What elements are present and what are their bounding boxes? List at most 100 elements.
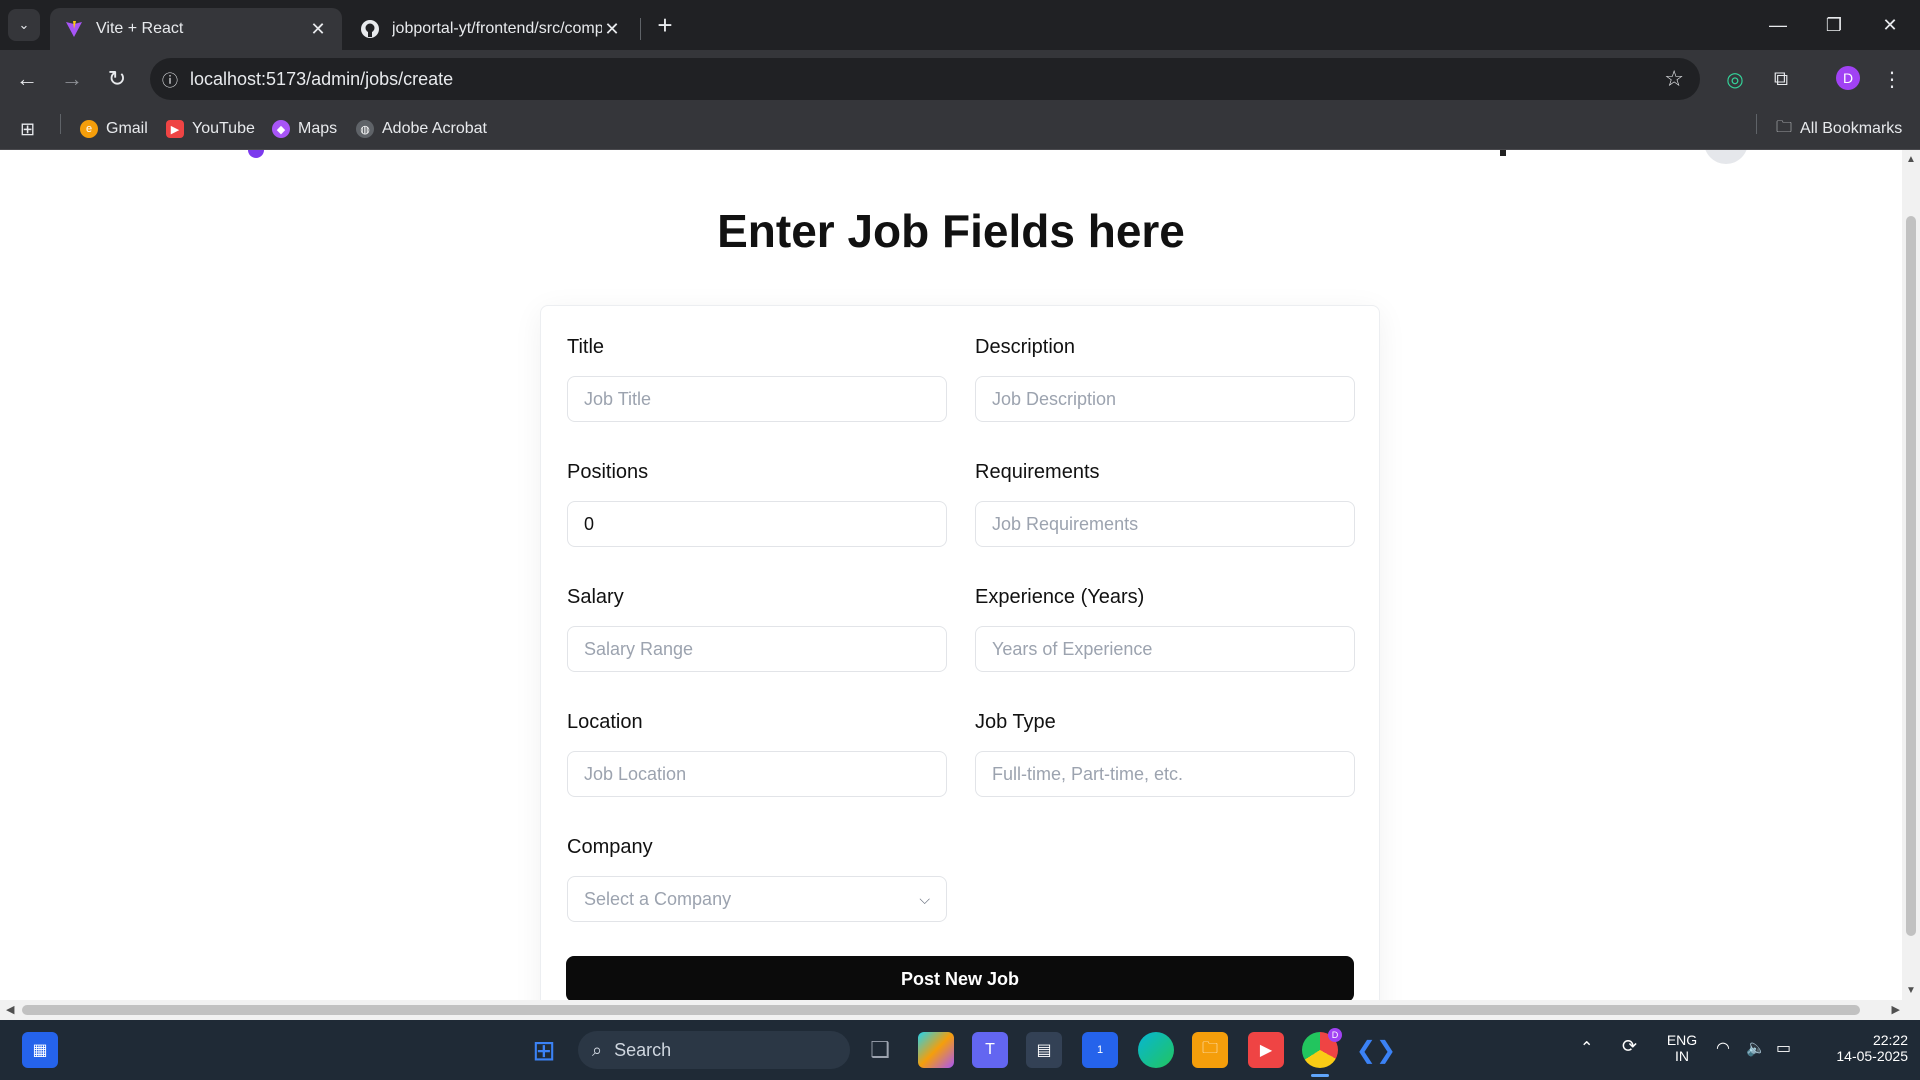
scroll-right-arrow-icon[interactable]: ▶	[1892, 1003, 1900, 1016]
folder-icon: 🗀	[1776, 118, 1793, 136]
job-type-input[interactable]: Full-time, Part-time, etc.	[975, 751, 1355, 797]
new-tab-button[interactable]: +	[650, 10, 680, 40]
field-label: Salary	[567, 586, 624, 608]
navbar-avatar-fragment[interactable]	[1704, 150, 1748, 164]
salary-input[interactable]: Salary Range	[567, 626, 947, 672]
field-label: Requirements	[975, 461, 1100, 483]
page-viewport: Enter Job Fields here Title Job Title De…	[0, 150, 1902, 1000]
taskbar-search[interactable]: ⌕ Search	[578, 1031, 850, 1069]
file-explorer-icon[interactable]: 🗀	[1192, 1032, 1228, 1068]
apps-grid-icon[interactable]: ⊞	[20, 118, 35, 140]
tab-title: jobportal-yt/frontend/src/comp	[392, 20, 602, 37]
browser-toolbar: ← → ↻ ⓘ localhost:5173/admin/jobs/create…	[0, 50, 1920, 108]
github-icon	[361, 20, 379, 38]
volume-icon[interactable]: 🔈	[1746, 1038, 1766, 1058]
company-select[interactable]: Select a Company ⌵	[567, 876, 947, 922]
language-indicator[interactable]: ENG IN	[1662, 1032, 1702, 1064]
store-icon[interactable]: ▤	[1026, 1032, 1062, 1068]
youtube-app-icon[interactable]: ▶	[1248, 1032, 1284, 1068]
bookmarks-bar: ⊞ e Gmail ▶ YouTube ◆ Maps ◍ Adobe Acrob…	[0, 108, 1920, 150]
field-title: Title Job Title	[567, 336, 947, 422]
tab-github[interactable]: jobportal-yt/frontend/src/comp ✕	[346, 8, 636, 50]
forward-button[interactable]: →	[55, 62, 89, 96]
tab-divider	[640, 18, 641, 40]
copilot-icon[interactable]	[918, 1032, 954, 1068]
back-button[interactable]: ←	[10, 62, 44, 96]
field-label: Job Type	[975, 711, 1056, 733]
extension-icon[interactable]: ◎	[1720, 64, 1750, 94]
job-form-card: Title Job Title Description Job Descript…	[540, 305, 1380, 1000]
navbar-link-fragment	[1500, 150, 1506, 156]
bookmark-youtube[interactable]: ▶ YouTube	[166, 118, 255, 140]
field-location: Location Job Location	[567, 711, 947, 797]
chrome-menu-icon[interactable]: ⋮	[1877, 64, 1907, 94]
minimize-button[interactable]: —	[1750, 0, 1806, 50]
positions-input[interactable]: 0	[567, 501, 947, 547]
tab-close-icon[interactable]: ✕	[602, 19, 622, 40]
tab-title: Vite + React	[96, 20, 184, 37]
url-text: localhost:5173/admin/jobs/create	[190, 68, 454, 89]
field-label: Title	[567, 336, 605, 358]
horizontal-scrollbar[interactable]: ◀ ▶	[0, 1000, 1920, 1020]
windows-start-icon[interactable]: ⊞	[526, 1032, 562, 1068]
wifi-icon[interactable]: ◠	[1716, 1038, 1730, 1058]
tab-search-button[interactable]: ⌄	[8, 9, 40, 41]
field-experience: Experience (Years) Years of Experience	[975, 586, 1355, 672]
bookmarks-divider	[1756, 114, 1757, 134]
field-salary: Salary Salary Range	[567, 586, 947, 672]
search-icon: ⌕	[592, 1039, 603, 1060]
job-description-input[interactable]: Job Description	[975, 376, 1355, 422]
all-bookmarks[interactable]: 🗀 All Bookmarks	[1776, 118, 1902, 140]
field-label: Location	[567, 711, 643, 733]
maps-icon: ◆	[272, 120, 290, 138]
widgets-icon[interactable]: ▦	[22, 1032, 58, 1068]
youtube-icon: ▶	[166, 120, 184, 138]
post-new-job-button[interactable]: Post New Job	[566, 956, 1354, 1000]
vite-logo-icon	[66, 21, 82, 37]
bookmark-adobe-acrobat[interactable]: ◍ Adobe Acrobat	[356, 118, 487, 140]
vscode-icon[interactable]: ❮❯	[1356, 1032, 1396, 1068]
reload-button[interactable]: ↻	[100, 62, 134, 96]
tab-vite-react[interactable]: Vite + React ✕	[50, 8, 342, 50]
vertical-scrollbar[interactable]: ▲ ▼	[1902, 150, 1920, 1000]
field-description: Description Job Description	[975, 336, 1355, 422]
restore-button[interactable]: ❐	[1806, 0, 1862, 50]
show-hidden-icons-icon[interactable]: ⌃	[1580, 1038, 1593, 1058]
edge-icon[interactable]	[1138, 1032, 1174, 1068]
field-label: Experience (Years)	[975, 586, 1145, 608]
field-positions: Positions 0	[567, 461, 947, 547]
page-title: Enter Job Fields here	[717, 205, 1185, 257]
task-view-icon[interactable]: ❑	[862, 1032, 898, 1068]
clock[interactable]: 22:22 14-05-2025	[1816, 1032, 1908, 1064]
tab-close-icon[interactable]: ✕	[308, 19, 328, 40]
active-app-indicator	[1311, 1074, 1329, 1077]
outlook-icon[interactable]: 1	[1082, 1032, 1118, 1068]
battery-icon[interactable]: ▭	[1776, 1038, 1791, 1058]
bookmark-star-icon[interactable]: ☆	[1664, 66, 1684, 92]
address-bar[interactable]: ⓘ localhost:5173/admin/jobs/create ☆	[150, 58, 1700, 100]
field-job-type: Job Type Full-time, Part-time, etc.	[975, 711, 1355, 797]
bookmark-maps[interactable]: ◆ Maps	[272, 118, 337, 140]
scroll-up-arrow-icon[interactable]: ▲	[1906, 154, 1916, 165]
scrollbar-thumb[interactable]	[22, 1005, 1860, 1015]
scrollbar-thumb[interactable]	[1906, 216, 1916, 936]
bookmark-gmail[interactable]: e Gmail	[80, 118, 148, 140]
location-input[interactable]: Job Location	[567, 751, 947, 797]
experience-input[interactable]: Years of Experience	[975, 626, 1355, 672]
requirements-input[interactable]: Job Requirements	[975, 501, 1355, 547]
extensions-puzzle-icon[interactable]: ⧉	[1766, 64, 1796, 94]
teams-icon[interactable]: T	[972, 1032, 1008, 1068]
scroll-left-arrow-icon[interactable]: ◀	[6, 1003, 14, 1016]
scroll-down-arrow-icon[interactable]: ▼	[1906, 985, 1916, 996]
chrome-icon[interactable]: D	[1302, 1028, 1342, 1068]
chevron-down-icon: ⌵	[919, 890, 930, 907]
field-label: Description	[975, 336, 1076, 358]
job-title-input[interactable]: Job Title	[567, 376, 947, 422]
site-info-icon[interactable]: ⓘ	[150, 67, 190, 91]
bookmarks-divider	[60, 114, 61, 134]
globe-icon: ◍	[356, 120, 374, 138]
profile-avatar[interactable]: D	[1836, 66, 1860, 90]
close-window-button[interactable]: ✕	[1862, 0, 1918, 50]
browser-titlebar: ⌄ Vite + React ✕ jobportal-yt/frontend/s…	[0, 0, 1920, 50]
sync-icon[interactable]: ⟳	[1622, 1036, 1637, 1057]
